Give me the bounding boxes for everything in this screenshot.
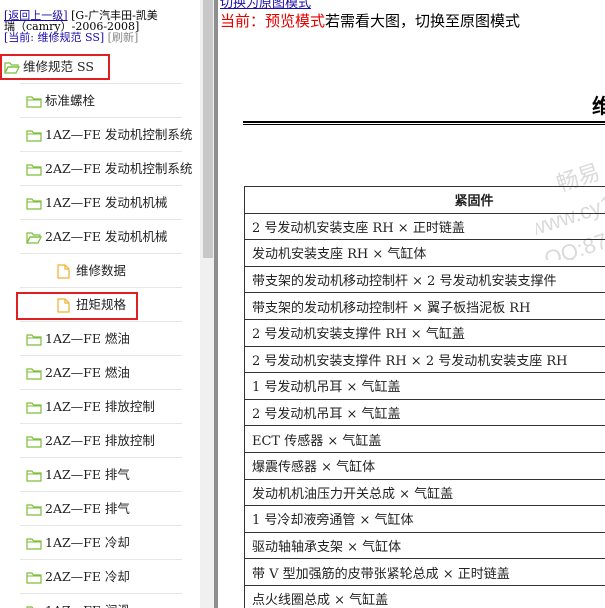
- table-cell: 点火线圈总成 × 气缸盖: [244, 584, 605, 608]
- table-cell: 带 V 型加强筋的皮带张紧轮总成 × 正时链盖: [244, 558, 605, 586]
- folder-icon: [26, 604, 42, 608]
- highlight-root: [0, 54, 110, 80]
- tree-item-13[interactable]: 1AZ—FE 冷却: [0, 526, 200, 560]
- table-row: ECT 传感器 × 气缸盖: [244, 425, 605, 453]
- table-cell: 2 号发动机安装支撑件 RH × 气缸盖: [244, 318, 605, 347]
- folder-icon: [26, 536, 42, 555]
- tree-item-15[interactable]: 1AZ—FE 润滑: [0, 594, 200, 608]
- tree-item-label: 2AZ—FE 发动机控制系统: [45, 161, 193, 176]
- tree-item-label: 1AZ—FE 发动机机械: [45, 195, 168, 210]
- tree-item-14[interactable]: 2AZ—FE 冷却: [0, 560, 200, 594]
- folder-open-icon: [26, 230, 42, 249]
- mode-notice: 当前：预览模式若需看大图，切换至原图模式: [220, 10, 520, 31]
- table-cell: 2 号发动机吊耳 × 气缸盖: [244, 398, 605, 427]
- tree-item-label: 2AZ—FE 燃油: [45, 365, 130, 380]
- folder-icon: [26, 434, 42, 453]
- table-row: 2 号发动机安装支撑件 RH × 气缸盖: [244, 318, 605, 347]
- table-cell: ECT 传感器 × 气缸盖: [244, 425, 605, 453]
- table-row: 2 号发动机安装支座 RH × 正时链盖: [244, 212, 605, 241]
- tree-item-label: 2AZ—FE 排气: [45, 501, 130, 516]
- tree-item-label: 标准螺栓: [45, 93, 96, 108]
- tree-item-label: 1AZ—FE 排气: [45, 467, 130, 482]
- folder-icon: [26, 162, 42, 181]
- left-scroll-thumb[interactable]: [203, 0, 213, 258]
- table-row: 带 V 型加强筋的皮带张紧轮总成 × 正时链盖: [244, 558, 605, 586]
- table-cell: 带支架的发动机移动控制杆 × 翼子板挡泥板 RH: [244, 292, 605, 320]
- tree-item-4[interactable]: 2AZ—FE 发动机机械: [0, 220, 200, 254]
- table-cell: 发动机安装支座 RH × 气缸体: [244, 239, 605, 267]
- tree-item-7[interactable]: 1AZ—FE 燃油: [0, 322, 200, 356]
- table-row: 带支架的发动机移动控制杆 × 翼子板挡泥板 RH: [244, 292, 605, 320]
- document-title: 维: [592, 94, 605, 118]
- tree-item-label: 1AZ—FE 润滑: [45, 594, 130, 608]
- tree-item-10[interactable]: 2AZ—FE 排放控制: [0, 424, 200, 458]
- table-row: 爆震传感器 × 气缸体: [244, 451, 605, 480]
- table-row: 2 号发动机安装支撑件 RH × 2 号发动机安装支座 RH: [244, 345, 605, 374]
- mode-current: 当前：预览模式: [220, 12, 326, 30]
- folder-icon: [26, 366, 42, 385]
- highlight-torque: [16, 292, 138, 320]
- tree-item-12[interactable]: 2AZ—FE 排气: [0, 492, 200, 526]
- table-row: 驱动轴轴承支架 × 气缸体: [244, 531, 605, 560]
- table-cell: 爆震传感器 × 气缸体: [244, 451, 605, 480]
- table-cell: 带支架的发动机移动控制杆 × 2 号发动机安装支撑件: [244, 265, 605, 294]
- tree-item-9[interactable]: 1AZ—FE 排放控制: [0, 390, 200, 424]
- tree-item-8[interactable]: 2AZ—FE 燃油: [0, 356, 200, 390]
- nav-header: [返回上一级] [G-广汽丰田-凯美 瑞（camry）-2006-2008] […: [4, 10, 194, 43]
- table-cell: 1 号冷却液旁通管 × 气缸体: [244, 505, 605, 533]
- table-row: 发动机机油压力开关总成 × 气缸盖: [244, 478, 605, 507]
- table-cell: 2 号发动机安装支座 RH × 正时链盖: [244, 212, 605, 241]
- table-cell: 驱动轴轴承支架 × 气缸体: [244, 531, 605, 560]
- document-viewer: 切换为原图模式 当前：预览模式若需看大图，切换至原图模式 维 畅易 www.cy…: [218, 0, 605, 608]
- tree-item-label: 维修数据: [76, 263, 127, 278]
- folder-icon: [26, 196, 42, 215]
- tree-item-5[interactable]: 维修数据: [0, 254, 200, 288]
- tree-item-label: 1AZ—FE 燃油: [45, 331, 130, 346]
- title-rule-thin: [243, 124, 605, 125]
- tree-item-1[interactable]: 1AZ—FE 发动机控制系统: [0, 118, 200, 152]
- fastener-table: 紧固件 2 号发动机安装支座 RH × 正时链盖 发动机安装支座 RH × 气缸体…: [244, 186, 605, 608]
- folder-icon: [26, 94, 42, 113]
- table-row: 1 号发动机吊耳 × 气缸盖: [244, 372, 605, 400]
- mode-hint: 若需看大图，切换至原图模式: [325, 12, 521, 30]
- folder-icon: [26, 128, 42, 147]
- title-rule: [243, 121, 605, 123]
- tree-item-label: 1AZ—FE 排放控制: [45, 399, 155, 414]
- current-location: [当前: 维修规范 SS]: [4, 31, 105, 44]
- tree-item-label: 2AZ—FE 冷却: [45, 569, 130, 584]
- tree-item-3[interactable]: 1AZ—FE 发动机机械: [0, 186, 200, 220]
- tree-item-label: 1AZ—FE 冷却: [45, 535, 130, 550]
- table-cell: 1 号发动机吊耳 × 气缸盖: [244, 372, 605, 400]
- folder-icon: [26, 332, 42, 351]
- document-icon: [57, 264, 70, 283]
- folder-icon: [26, 468, 42, 487]
- tree-item-0[interactable]: 标准螺栓: [0, 84, 200, 118]
- table-row: 带支架的发动机移动控制杆 × 2 号发动机安装支撑件: [244, 265, 605, 294]
- table-header: 紧固件: [244, 186, 605, 214]
- table-row: 点火线圈总成 × 气缸盖: [244, 584, 605, 608]
- folder-icon: [26, 570, 42, 589]
- left-nav-panel: [返回上一级] [G-广汽丰田-凯美 瑞（camry）-2006-2008] […: [0, 0, 200, 608]
- table-row: 2 号发动机吊耳 × 气缸盖: [244, 398, 605, 427]
- folder-icon: [26, 400, 42, 419]
- tree-item-11[interactable]: 1AZ—FE 排气: [0, 458, 200, 492]
- table-row: 发动机安装支座 RH × 气缸体: [244, 239, 605, 267]
- folder-icon: [26, 502, 42, 521]
- tree-item-label: 2AZ—FE 排放控制: [45, 433, 155, 448]
- table-cell: 2 号发动机安装支撑件 RH × 2 号发动机安装支座 RH: [244, 345, 605, 374]
- tree-item-2[interactable]: 2AZ—FE 发动机控制系统: [0, 152, 200, 186]
- refresh-link[interactable]: [刷新]: [108, 31, 139, 44]
- table-row: 1 号冷却液旁通管 × 气缸体: [244, 505, 605, 533]
- tree-item-label: 2AZ—FE 发动机机械: [45, 229, 168, 244]
- tree-item-label: 1AZ—FE 发动机控制系统: [45, 127, 193, 142]
- table-cell: 发动机机油压力开关总成 × 气缸盖: [244, 478, 605, 507]
